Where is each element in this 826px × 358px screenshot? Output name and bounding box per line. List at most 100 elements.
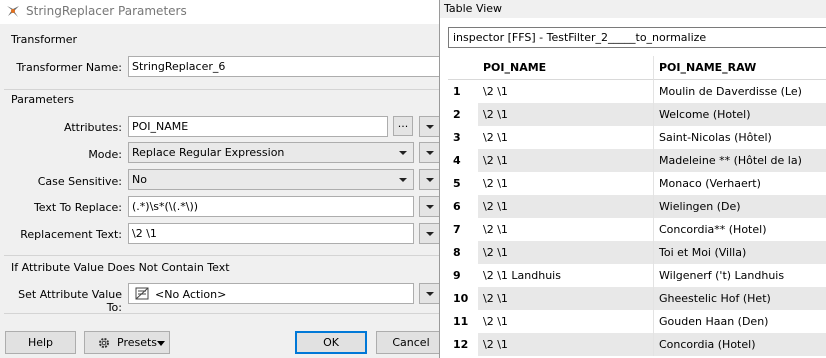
table-row[interactable]: 7 \2 \1 Concordia** (Hotel) — [448, 218, 826, 241]
row-number: 7 — [448, 218, 478, 241]
cell-poi-name[interactable]: \2 \1 — [478, 172, 654, 195]
attribute-value-icon — [135, 287, 149, 303]
table-view-title: Table View — [444, 2, 503, 15]
table-row[interactable]: 10 \2 \1 Gheestelic Hof (Het) — [448, 287, 826, 310]
column-header-poi-name[interactable]: POI_NAME — [478, 56, 654, 80]
attributes-field[interactable]: POI_NAME — [128, 116, 388, 137]
chevron-down-icon — [426, 151, 434, 155]
chevron-down-icon — [426, 205, 434, 209]
cell-poi-name[interactable]: \2 \1 — [478, 287, 654, 310]
cell-poi-name-raw[interactable]: Saint-Nicolas (Hôtel) — [654, 126, 826, 149]
transformer-name-label: Transformer Name: — [16, 61, 122, 74]
chevron-down-icon — [426, 178, 434, 182]
table-row[interactable]: 2 \2 \1 Welcome (Hotel) — [448, 103, 826, 126]
transformer-group-title: Transformer — [11, 33, 78, 46]
string-replacer-dialog: StringReplacer Parameters Transformer Tr… — [0, 0, 446, 358]
set-attribute-field[interactable]: <No Action> — [128, 283, 414, 304]
if-missing-group-title: If Attribute Value Does Not Contain Text — [11, 261, 230, 274]
bottom-divider — [4, 313, 440, 314]
attributes-label: Attributes: — [63, 121, 122, 134]
chevron-down-icon — [426, 232, 434, 236]
case-sensitive-select[interactable]: No — [128, 169, 414, 190]
text-to-replace-menu-button[interactable] — [419, 196, 440, 217]
mode-select-value: Replace Regular Expression — [132, 146, 285, 159]
table-row[interactable]: 11 \2 \1 Gouden Haan (Den) — [448, 310, 826, 333]
row-number-header — [448, 56, 478, 80]
dialog-title: StringReplacer Parameters — [26, 4, 187, 18]
table-row[interactable]: 1 \2 \1 Moulin de Daverdisse (Le) — [448, 80, 826, 103]
cell-poi-name[interactable]: \2 \1 — [478, 126, 654, 149]
transformer-group-divider — [4, 89, 440, 90]
cell-poi-name[interactable]: \2 \1 — [478, 241, 654, 264]
row-number: 8 — [448, 241, 478, 264]
dialog-titlebar: StringReplacer Parameters — [0, 0, 440, 24]
mode-menu-button[interactable] — [419, 142, 440, 163]
row-number: 1 — [448, 80, 478, 103]
table-row[interactable]: 12 \2 \1 Concordia (Hotel) — [448, 333, 826, 356]
ok-button[interactable]: OK — [295, 331, 367, 354]
replacement-text-label: Replacement Text: — [20, 228, 122, 241]
table-view-panel: Table View inspector [FFS] - TestFilter_… — [439, 0, 826, 358]
attributes-menu-button[interactable] — [419, 116, 440, 137]
cancel-button[interactable]: Cancel — [376, 331, 446, 354]
cell-poi-name-raw[interactable]: Gouden Haan (Den) — [654, 310, 826, 333]
cell-poi-name[interactable]: \2 \1 — [478, 149, 654, 172]
chevron-down-icon — [399, 151, 407, 155]
chevron-down-icon — [426, 125, 434, 129]
table-row[interactable]: 4 \2 \1 Madeleine ** (Hôtel de la) — [448, 149, 826, 172]
parameters-group-title: Parameters — [11, 93, 74, 106]
cell-poi-name[interactable]: \2 \1 — [478, 80, 654, 103]
cell-poi-name-raw[interactable]: Toi et Moi (Villa) — [654, 241, 826, 264]
set-attribute-menu-button[interactable] — [419, 283, 440, 304]
replacement-text-field[interactable]: \2 \1 — [128, 223, 414, 244]
chevron-down-icon — [426, 292, 434, 296]
set-attribute-label: Set Attribute Value To: — [18, 288, 122, 314]
table-row[interactable]: 5 \2 \1 Monaco (Verhaert) — [448, 172, 826, 195]
table-view-titlebar: Table View — [440, 0, 826, 18]
row-number: 10 — [448, 287, 478, 310]
gear-icon — [97, 336, 111, 357]
caret-down-icon — [157, 341, 165, 346]
cell-poi-name[interactable]: \2 \1 — [478, 333, 654, 356]
presets-button[interactable]: Presets — [84, 331, 170, 354]
case-sensitive-value: No — [132, 173, 147, 186]
cell-poi-name[interactable]: \2 \1 Landhuis — [478, 264, 654, 287]
cell-poi-name-raw[interactable]: Monaco (Verhaert) — [654, 172, 826, 195]
dataset-selector[interactable]: inspector [FFS] - TestFilter_2_____to_no… — [448, 27, 826, 48]
cell-poi-name-raw[interactable]: Madeleine ** (Hôtel de la) — [654, 149, 826, 172]
table-row[interactable]: 6 \2 \1 Wielingen (De) — [448, 195, 826, 218]
case-sensitive-label: Case Sensitive: — [37, 175, 122, 188]
set-attribute-value: <No Action> — [155, 288, 227, 301]
cell-poi-name-raw[interactable]: Concordia (Hotel) — [654, 333, 826, 356]
data-table: POI_NAME POI_NAME_RAW 1 \2 \1 Moulin de … — [448, 56, 826, 358]
table-row[interactable]: 8 \2 \1 Toi et Moi (Villa) — [448, 241, 826, 264]
row-number: 2 — [448, 103, 478, 126]
mode-select[interactable]: Replace Regular Expression — [128, 142, 414, 163]
cell-poi-name-raw[interactable]: Wilgenerf ('t) Landhuis — [654, 264, 826, 287]
cell-poi-name[interactable]: \2 \1 — [478, 310, 654, 333]
column-header-poi-name-raw[interactable]: POI_NAME_RAW — [654, 56, 826, 80]
cell-poi-name[interactable]: \2 \1 — [478, 218, 654, 241]
fme-transformer-icon — [5, 3, 21, 19]
row-number: 11 — [448, 310, 478, 333]
cell-poi-name-raw[interactable]: Concordia** (Hotel) — [654, 218, 826, 241]
row-number: 12 — [448, 333, 478, 356]
table-row[interactable]: 3 \2 \1 Saint-Nicolas (Hôtel) — [448, 126, 826, 149]
replacement-text-menu-button[interactable] — [419, 223, 440, 244]
help-button[interactable]: Help — [5, 331, 76, 354]
case-sensitive-menu-button[interactable] — [419, 169, 440, 190]
cell-poi-name[interactable]: \2 \1 — [478, 103, 654, 126]
cell-poi-name-raw[interactable]: Gheestelic Hof (Het) — [654, 287, 826, 310]
cell-poi-name-raw[interactable]: Moulin de Daverdisse (Le) — [654, 80, 826, 103]
row-number: 6 — [448, 195, 478, 218]
table-row[interactable]: 9 \2 \1 Landhuis Wilgenerf ('t) Landhuis — [448, 264, 826, 287]
transformer-name-field[interactable]: StringReplacer_6 — [128, 56, 440, 77]
cell-poi-name-raw[interactable]: Wielingen (De) — [654, 195, 826, 218]
row-number: 5 — [448, 172, 478, 195]
presets-label: Presets — [117, 336, 158, 349]
cell-poi-name-raw[interactable]: Welcome (Hotel) — [654, 103, 826, 126]
attributes-browse-button[interactable]: ... — [393, 116, 413, 136]
text-to-replace-field[interactable]: (.*)\s*(\(.*\)) — [128, 196, 414, 217]
cell-poi-name[interactable]: \2 \1 — [478, 195, 654, 218]
row-number: 9 — [448, 264, 478, 287]
